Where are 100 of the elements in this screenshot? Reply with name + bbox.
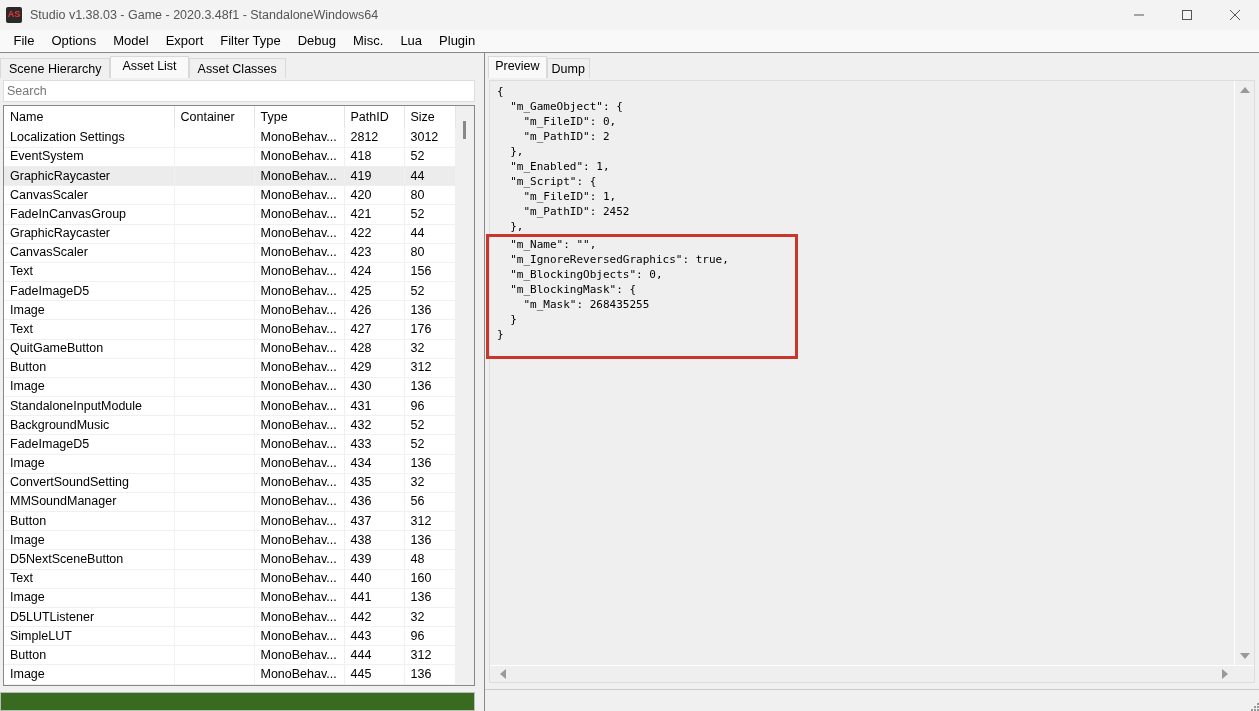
table-cell: 422 <box>344 224 404 244</box>
table-cell: Image <box>4 454 174 474</box>
table-cell: MonoBehav... <box>254 549 344 570</box>
code-line: }, <box>509 219 525 234</box>
table-cell: 436 <box>344 492 404 512</box>
menu-item[interactable]: Filter Type <box>211 31 290 51</box>
tab[interactable]: Scene Hierarchy <box>0 58 111 78</box>
table-cell: 444 <box>344 645 404 665</box>
menu-item[interactable]: Misc. <box>344 31 392 51</box>
table-cell: MonoBehav... <box>254 588 344 608</box>
column-header[interactable]: PathID <box>344 105 404 129</box>
code-line: "m_Name": "", <box>486 234 798 252</box>
table-cell: 442 <box>344 607 404 627</box>
table-cell: EventSystem <box>4 147 174 167</box>
table-cell: 312 <box>404 645 455 665</box>
table-cell: 52 <box>404 281 455 301</box>
close-icon <box>1230 10 1240 20</box>
table-cell: 176 <box>404 319 455 340</box>
code-line: "m_Script": { <box>509 174 598 189</box>
table-cell: 136 <box>404 454 455 474</box>
table-cell: 32 <box>404 607 455 627</box>
table-cell: GraphicRaycaster <box>4 224 174 244</box>
table-cell: 432 <box>344 415 404 435</box>
table-cell: SimpleLUT <box>4 626 174 646</box>
table-cell: 312 <box>404 358 455 378</box>
scroll-down-icon[interactable] <box>1239 653 1250 659</box>
table-cell: QuitGameButton <box>4 339 174 359</box>
maximize-icon <box>1182 10 1192 20</box>
code-line: "m_Mask": 268435255 <box>486 297 798 312</box>
tab[interactable]: Asset List <box>110 56 189 78</box>
resize-grip-icon[interactable] <box>1249 701 1259 711</box>
table-cell: 2812 <box>344 128 404 148</box>
table-cell: MonoBehav... <box>254 147 344 167</box>
table-cell: MonoBehav... <box>254 454 344 474</box>
table-cell: MonoBehav... <box>254 396 344 416</box>
minimize-icon <box>1134 14 1144 16</box>
table-cell: FadeInCanvasGroup <box>4 204 174 224</box>
code-line: "m_BlockingObjects": 0, <box>486 267 798 282</box>
code-line: { <box>497 84 505 99</box>
table-cell: MMSoundManager <box>4 492 174 512</box>
menu-item[interactable]: Plugin <box>430 31 484 51</box>
menu-item[interactable]: Model <box>104 31 158 51</box>
table-cell: MonoBehav... <box>254 300 344 320</box>
scroll-right-icon[interactable] <box>1222 669 1228 679</box>
table-cell: FadeImageD5 <box>4 281 174 301</box>
column-header[interactable]: Type <box>254 105 344 129</box>
table-cell: 426 <box>344 300 404 320</box>
table-cell: 136 <box>404 300 455 320</box>
table-cell: 423 <box>344 243 404 263</box>
column-header[interactable]: Name <box>4 105 174 129</box>
table-cell: 3012 <box>404 128 455 148</box>
table-cell: Localization Settings <box>4 128 174 148</box>
tab[interactable]: Preview <box>488 56 547 78</box>
table-cell: MonoBehav... <box>254 415 344 435</box>
table-cell: Text <box>4 569 174 589</box>
scroll-up-icon[interactable] <box>1239 87 1250 93</box>
table-cell: 425 <box>344 281 404 301</box>
table-cell: MonoBehav... <box>254 473 344 493</box>
search-field[interactable]: Search <box>3 80 475 102</box>
table-cell: GraphicRaycaster <box>4 166 174 186</box>
table-cell: 418 <box>344 147 404 167</box>
table-cell: 52 <box>404 204 455 224</box>
code-line: "m_GameObject": { <box>509 99 624 114</box>
table-cell: 32 <box>404 473 455 493</box>
table-cell: 431 <box>344 396 404 416</box>
column-header[interactable]: Container <box>174 105 254 129</box>
table-cell: 136 <box>404 664 455 685</box>
table-cell: 428 <box>344 339 404 359</box>
menu-item[interactable]: Export <box>157 31 212 51</box>
menu-item[interactable]: File <box>5 31 43 51</box>
table-cell: 80 <box>404 243 455 263</box>
table-cell: MonoBehav... <box>254 377 344 397</box>
table-cell: 438 <box>344 530 404 550</box>
table-cell: MonoBehav... <box>254 569 344 589</box>
table-cell: MonoBehav... <box>254 262 344 282</box>
scroll-left-icon[interactable] <box>500 669 506 679</box>
menu-item[interactable]: Options <box>42 31 105 51</box>
table-cell: 156 <box>404 262 455 282</box>
code-line: "m_FileID": 1, <box>522 189 618 204</box>
table-cell: 96 <box>404 626 455 646</box>
code-line: "m_PathID": 2452 <box>522 204 631 219</box>
table-cell: 48 <box>404 549 455 570</box>
tab[interactable]: Dump <box>546 58 590 78</box>
table-cell: MonoBehav... <box>254 511 344 531</box>
table-cell: FadeImageD5 <box>4 434 174 455</box>
table-cell: StandaloneInputModule <box>4 396 174 416</box>
table-cell: 136 <box>404 530 455 550</box>
table-cell: Button <box>4 511 174 531</box>
table-cell: 429 <box>344 358 404 378</box>
table-cell: 52 <box>404 415 455 435</box>
menu-item[interactable]: Debug <box>289 31 345 51</box>
menu-item[interactable]: Lua <box>391 31 431 51</box>
table-cell: CanvasScaler <box>4 243 174 263</box>
table-cell: 312 <box>404 511 455 531</box>
table-cell: MonoBehav... <box>254 358 344 378</box>
table-cell: MonoBehav... <box>254 319 344 340</box>
tab[interactable]: Asset Classes <box>188 58 286 78</box>
column-header[interactable]: Size <box>404 105 455 129</box>
table-cell: D5NextSceneButton <box>4 549 174 570</box>
table-cell: 421 <box>344 204 404 224</box>
